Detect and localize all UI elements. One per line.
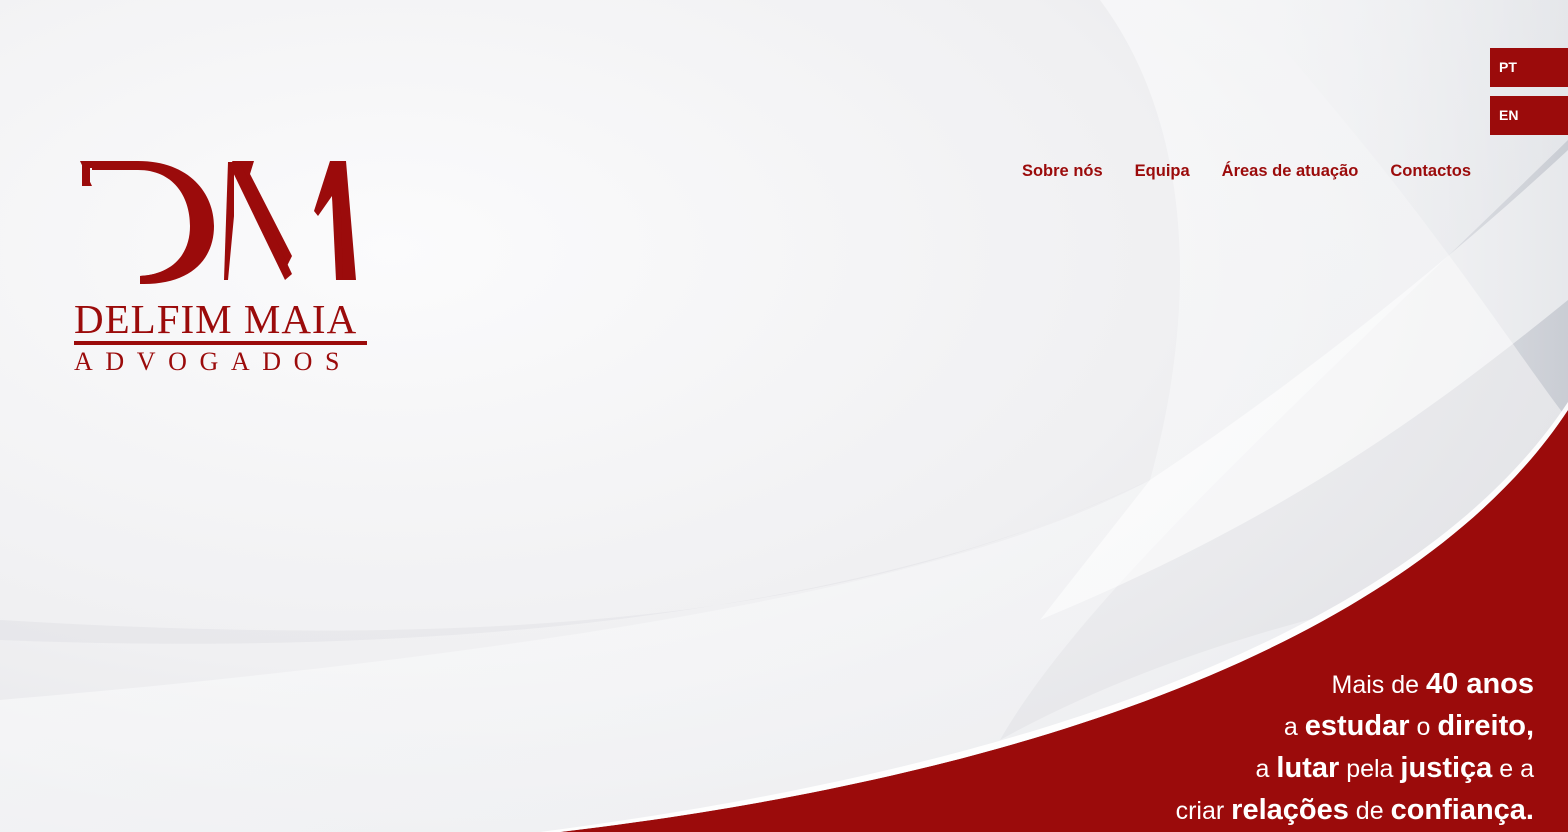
tagline-line-2: a estudar o direito, (1283, 710, 1534, 742)
brand-name: DELFIM MAIA (74, 296, 358, 342)
hero-section: DELFIM MAIA ADVOGADOS PT EN Sobre nós Eq… (0, 0, 1568, 832)
brand-logo[interactable]: DELFIM MAIA ADVOGADOS (72, 156, 372, 381)
nav-item-areas-de-atuacao[interactable]: Áreas de atuação (1222, 160, 1359, 182)
language-en-button[interactable]: EN (1490, 96, 1568, 135)
tagline-line-4: criar relações de confiança. (1175, 794, 1534, 826)
tagline-line-1: Mais de 40 anos (1331, 668, 1534, 700)
language-pt-button[interactable]: PT (1490, 48, 1568, 87)
tagline-line-3: a lutar pela justiça e a (1255, 752, 1534, 784)
hero-tagline: Mais de 40 anos a estudar o direito, a l… (1176, 664, 1534, 832)
brand-divider (74, 341, 367, 345)
nav-item-contactos[interactable]: Contactos (1390, 160, 1471, 182)
main-nav: Sobre nós Equipa Áreas de atuação Contac… (1022, 160, 1471, 182)
nav-item-equipa[interactable]: Equipa (1135, 160, 1190, 182)
nav-item-sobre-nos[interactable]: Sobre nós (1022, 160, 1103, 182)
brand-subtitle: ADVOGADOS (74, 347, 353, 376)
dm-monogram-icon (80, 161, 356, 284)
